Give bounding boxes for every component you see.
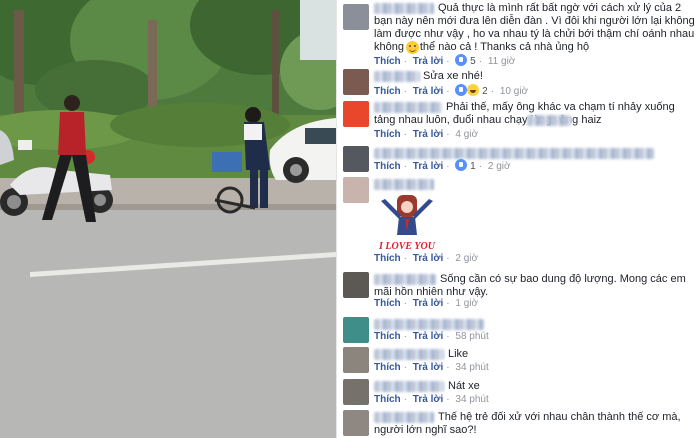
like-button[interactable]: Thích — [374, 394, 401, 405]
comment-time[interactable]: 58 phút — [455, 331, 488, 342]
sticker-text: I LOVE YOU — [378, 241, 436, 252]
comment-time[interactable]: 34 phút — [455, 362, 488, 373]
blurred-tag — [527, 115, 572, 126]
street-scene-illustration — [0, 0, 336, 438]
comment-actions: Thích · Trả lời · 4 giờ — [374, 129, 479, 140]
reaction-count[interactable]: 1 — [470, 161, 476, 172]
like-reaction-icon — [455, 54, 468, 66]
like-button[interactable]: Thích — [374, 331, 401, 342]
avatar[interactable] — [343, 272, 369, 298]
comment-list: Quả thực là mình rất bất ngờ với cách xử… — [336, 0, 700, 438]
reaction-count[interactable]: 2 — [482, 86, 488, 97]
avatar[interactable] — [343, 4, 369, 30]
reaction-count[interactable]: 5 — [470, 56, 476, 67]
like-button[interactable]: Thích — [374, 253, 401, 264]
blurred-comment-text — [374, 319, 484, 330]
reply-button[interactable]: Trả lời — [413, 86, 443, 97]
comment-actions: Thích · Trả lời · 5 · 11 giờ — [374, 54, 516, 67]
reply-button[interactable]: Trả lời — [413, 161, 443, 172]
reply-button[interactable]: Trả lời — [413, 56, 443, 67]
comment-time[interactable]: 11 giờ — [488, 56, 516, 67]
reply-button[interactable]: Trả lời — [413, 362, 443, 373]
blurred-author-name — [374, 71, 420, 82]
comment-actions: Thích · Trả lời · 58 phút — [374, 331, 489, 342]
comment-text: Nát xe — [448, 380, 480, 392]
comment-text: Like — [448, 348, 469, 360]
like-button[interactable]: Thích — [374, 161, 401, 172]
like-button[interactable]: Thích — [374, 56, 401, 67]
comment-text: Quả thực là mình rất bất ngờ với cách xử… — [374, 2, 695, 53]
comment-time[interactable]: 2 giờ — [455, 253, 478, 264]
comment-actions: Thích · Trả lời · 1 giờ — [374, 298, 479, 309]
comment-actions: Thích · Trả lời · 34 phút — [374, 394, 489, 405]
avatar[interactable] — [343, 146, 369, 172]
comment-text: Sống cần có sự bao dung độ lượng. Mong c… — [374, 273, 686, 298]
comment-time[interactable]: 34 phút — [455, 394, 488, 405]
reply-button[interactable]: Trả lời — [413, 394, 443, 405]
avatar[interactable] — [343, 101, 369, 127]
blurred-comment-text — [374, 148, 654, 159]
comment-actions: Thích · Trả lời · 34 phút — [374, 362, 489, 373]
like-button[interactable]: Thích — [374, 298, 401, 309]
blurred-author-name — [374, 349, 444, 360]
like-reaction-icon — [455, 84, 468, 96]
avatar[interactable] — [343, 69, 369, 95]
comment-actions: Thích · Trả lời · 2 giờ — [374, 253, 479, 264]
blurred-author-name — [374, 381, 444, 392]
comment-time[interactable]: 4 giờ — [455, 129, 478, 140]
avatar[interactable] — [343, 177, 369, 203]
comment-time[interactable]: 2 giờ — [488, 161, 511, 172]
reply-button[interactable]: Trả lời — [413, 253, 443, 264]
street-photo — [0, 0, 336, 438]
avatar[interactable] — [343, 379, 369, 405]
comment-text: Thế hệ trẻ đối xử với nhau chân thành th… — [374, 411, 681, 436]
avatar[interactable] — [343, 410, 369, 436]
reply-button[interactable]: Trả lời — [413, 129, 443, 140]
comment-actions: Thích · Trả lời · 2 · 10 giờ — [374, 84, 529, 97]
avatar[interactable] — [343, 317, 369, 343]
haha-reaction-icon — [467, 84, 480, 96]
like-button[interactable]: Thích — [374, 86, 401, 97]
like-button[interactable]: Thích — [374, 129, 401, 140]
avatar[interactable] — [343, 347, 369, 373]
comment-time[interactable]: 1 giờ — [455, 298, 478, 309]
comment-time[interactable]: 10 giờ — [500, 86, 528, 97]
like-button[interactable]: Thích — [374, 362, 401, 373]
reply-button[interactable]: Trả lời — [413, 331, 443, 342]
smile-emoji-icon — [406, 41, 419, 54]
like-reaction-icon — [455, 159, 468, 171]
blurred-author-name — [374, 179, 434, 190]
comment-text: Sửa xe nhé! — [423, 70, 483, 82]
comment-actions: Thích · Trả lời · 1 · 2 giờ — [374, 159, 511, 172]
reply-button[interactable]: Trả lời — [413, 298, 443, 309]
